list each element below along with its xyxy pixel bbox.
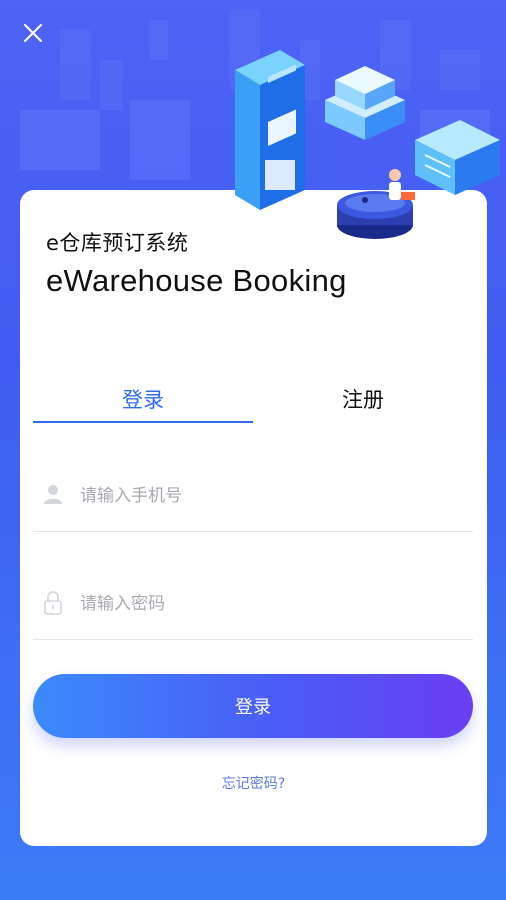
active-tab-indicator [33, 421, 253, 423]
app-title: eWarehouse Booking [46, 263, 347, 298]
phone-field [33, 461, 473, 532]
login-card: e仓库预订系统 eWarehouse Booking 登录 注册 登录 忘记密码… [20, 190, 487, 846]
close-icon [24, 24, 42, 42]
login-button[interactable]: 登录 [33, 674, 473, 738]
phone-input[interactable] [78, 477, 462, 515]
warehouse-illustration [235, 50, 500, 239]
user-icon [44, 485, 62, 504]
auth-tabs: 登录 注册 [33, 383, 473, 425]
tab-login[interactable]: 登录 [33, 383, 253, 425]
password-field [33, 569, 473, 640]
forgot-password-link[interactable]: 忘记密码? [20, 773, 487, 793]
close-button[interactable] [18, 18, 48, 48]
tab-register[interactable]: 注册 [253, 383, 473, 425]
password-input[interactable] [78, 585, 462, 623]
app-subtitle: e仓库预订系统 [46, 231, 189, 255]
lock-icon [44, 591, 62, 615]
